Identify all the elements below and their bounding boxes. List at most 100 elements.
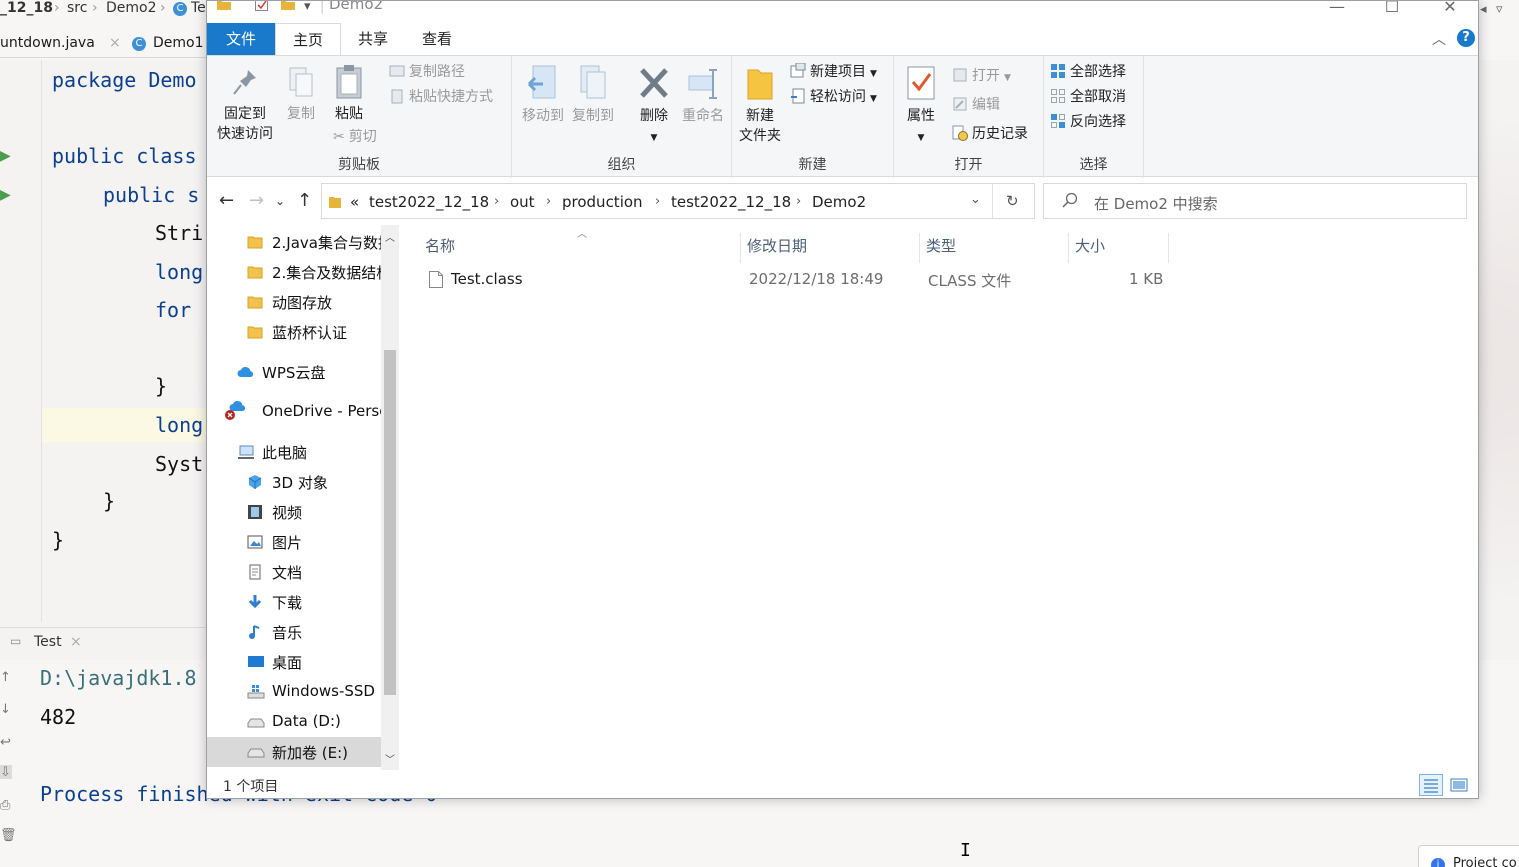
print-icon[interactable]: ⎙ xyxy=(0,798,12,813)
address-crumb[interactable]: out xyxy=(510,193,535,211)
nav-item[interactable]: WPS云盘 xyxy=(207,357,381,387)
address-crumb[interactable]: test2022_12_18 xyxy=(369,193,489,211)
address-prefix[interactable]: « xyxy=(350,193,359,211)
up-arrow-icon[interactable]: ↑ xyxy=(297,190,312,211)
nav-scroll-thumb[interactable] xyxy=(384,350,396,695)
ide-tab[interactable]: untdown.java xyxy=(0,35,95,51)
file-row[interactable]: Test.class 2022/12/18 18:49 CLASS 文件 1 K… xyxy=(399,265,1478,293)
scroll-to-end-icon[interactable]: ⇩ xyxy=(0,765,12,780)
address-crumb[interactable]: test2022_12_18 xyxy=(671,193,791,211)
nav-item[interactable]: 桌面 xyxy=(207,647,381,677)
close-icon[interactable]: × xyxy=(70,634,82,650)
recent-chevron-icon[interactable]: ⌄ xyxy=(275,194,285,208)
address-crumb[interactable]: production xyxy=(562,193,643,211)
ide-crumb[interactable]: _12_18 xyxy=(0,0,53,16)
rename-button[interactable]: 重命名 xyxy=(678,64,728,126)
file-name[interactable]: Test.class xyxy=(451,270,523,288)
code-line[interactable]: long xyxy=(155,260,203,284)
forward-arrow-icon[interactable]: → xyxy=(249,190,264,211)
code-line[interactable]: package Demo xyxy=(52,68,197,92)
large-icons-view-button[interactable] xyxy=(1447,774,1471,796)
nav-item[interactable]: 图片 xyxy=(207,527,381,557)
tab-share[interactable]: 共享 xyxy=(341,23,405,55)
history-button[interactable]: 历史记录 xyxy=(952,124,1028,144)
ide-crumb[interactable]: src xyxy=(67,0,87,16)
run-tab[interactable]: Test xyxy=(34,634,62,650)
chevron-down-icon[interactable]: ⌄ xyxy=(970,192,981,207)
chevron-up-icon[interactable]: ︿ xyxy=(1432,29,1446,49)
new-folder-icon[interactable] xyxy=(281,1,295,14)
new-item-button[interactable]: 新建项目 ▼ xyxy=(790,62,877,84)
column-header-size[interactable]: 大小 xyxy=(1069,233,1169,263)
nav-item[interactable]: 视频 xyxy=(207,497,381,527)
close-icon[interactable]: × xyxy=(109,35,121,51)
code-line[interactable]: Syst xyxy=(155,452,203,476)
cut-button[interactable]: ✂ 剪切 xyxy=(333,127,377,147)
copy-to-button[interactable]: 复制到 xyxy=(568,64,618,126)
chevron-down-icon[interactable]: ▾ xyxy=(304,1,311,14)
refresh-icon[interactable]: ↻ xyxy=(1006,192,1019,210)
nav-item[interactable]: 文档 xyxy=(207,557,381,587)
nav-item[interactable]: OneDrive - Personal xyxy=(207,397,381,427)
address-bar[interactable]: « test2022_12_18 › out › production › te… xyxy=(321,183,1035,219)
nav-item[interactable]: Windows-SSD xyxy=(207,677,381,707)
back-arrow-icon[interactable]: ← xyxy=(219,190,234,211)
nav-item[interactable]: 2.集合及数据结构 xyxy=(207,257,381,287)
code-line[interactable]: public s xyxy=(103,183,199,207)
ide-crumb[interactable]: Te xyxy=(191,0,206,16)
search-input[interactable]: 在 Demo2 中搜索 xyxy=(1094,193,1218,214)
title-bar[interactable]: ▾ | Demo2 — ☐ ✕ xyxy=(207,1,1478,23)
arrow-down-icon[interactable]: ↓ xyxy=(0,702,12,717)
chevron-right-icon[interactable]: › xyxy=(796,194,801,209)
chevron-right-icon[interactable]: › xyxy=(494,194,499,209)
run-arrow-icon[interactable]: ▶ xyxy=(0,187,11,203)
nav-scrollbar[interactable]: ︿ ﹀ xyxy=(381,225,399,770)
code-line[interactable]: } xyxy=(52,528,64,552)
chevron-icon[interactable]: ◂ xyxy=(1480,2,1487,17)
chevron-right-icon[interactable]: › xyxy=(655,194,660,209)
nav-item[interactable]: 下载 xyxy=(207,587,381,617)
column-header-modified[interactable]: 修改日期 xyxy=(741,233,920,263)
run-arrow-icon[interactable]: ▶ xyxy=(0,148,11,164)
code-line[interactable]: for xyxy=(155,298,191,322)
edit-button[interactable]: 编辑 xyxy=(952,95,1000,115)
nav-item[interactable]: 音乐 xyxy=(207,617,381,647)
details-view-button[interactable] xyxy=(1419,774,1443,796)
nav-item[interactable]: 新加卷 (E:) xyxy=(207,737,381,767)
code-line[interactable]: } xyxy=(155,374,167,398)
soft-wrap-icon[interactable]: ↩ xyxy=(0,735,12,750)
easy-access-button[interactable]: 轻松访问 ▼ xyxy=(790,87,877,109)
move-to-button[interactable]: 移动到 xyxy=(518,64,568,126)
maximize-icon[interactable]: ☐ xyxy=(1382,1,1402,16)
code-line[interactable]: public class xyxy=(52,144,197,168)
search-box[interactable]: 在 Demo2 中搜索 xyxy=(1043,183,1467,219)
pin-quick-access-button[interactable]: 固定到 快速访问 xyxy=(213,66,277,144)
chevron-down-icon[interactable]: ﹀ xyxy=(385,751,395,766)
ide-status-popup[interactable]: i Project co xyxy=(1418,845,1519,867)
invert-selection-button[interactable]: 反向选择 xyxy=(1050,112,1126,132)
chevron-right-icon[interactable]: › xyxy=(546,194,551,209)
open-button[interactable]: 打开 ▼ xyxy=(952,66,1011,88)
column-header-type[interactable]: 类型 xyxy=(920,233,1069,263)
nav-item[interactable]: 3D 对象 xyxy=(207,467,381,497)
copy-button[interactable]: 复制 xyxy=(279,66,323,124)
nav-item[interactable]: 动图存放 xyxy=(207,287,381,317)
arrow-up-icon[interactable]: ↑ xyxy=(0,670,12,685)
tab-file[interactable]: 文件 xyxy=(207,23,275,55)
minimize-icon[interactable]: — xyxy=(1327,1,1347,16)
select-none-button[interactable]: 全部取消 xyxy=(1050,87,1126,107)
help-icon[interactable]: ? xyxy=(1457,29,1475,47)
select-all-button[interactable]: 全部选择 xyxy=(1050,62,1126,82)
tab-home[interactable]: 主页 xyxy=(275,23,341,56)
nav-item[interactable]: 2.Java集合与数据 xyxy=(207,227,381,257)
ide-crumb[interactable]: Demo2 xyxy=(106,0,157,16)
properties-button[interactable]: 属性 ▼ xyxy=(898,64,944,146)
chevron-up-icon[interactable]: ︿ xyxy=(385,229,395,244)
copy-path-button[interactable]: 复制路径 xyxy=(389,62,465,82)
code-line[interactable]: long xyxy=(155,413,203,437)
code-line[interactable]: Stri xyxy=(155,221,203,245)
paste-shortcut-button[interactable]: 粘贴快捷方式 xyxy=(389,87,493,107)
nav-item[interactable]: 蓝桥杯认证 xyxy=(207,317,381,347)
address-crumb[interactable]: Demo2 xyxy=(812,193,866,211)
tab-view[interactable]: 查看 xyxy=(405,23,469,55)
